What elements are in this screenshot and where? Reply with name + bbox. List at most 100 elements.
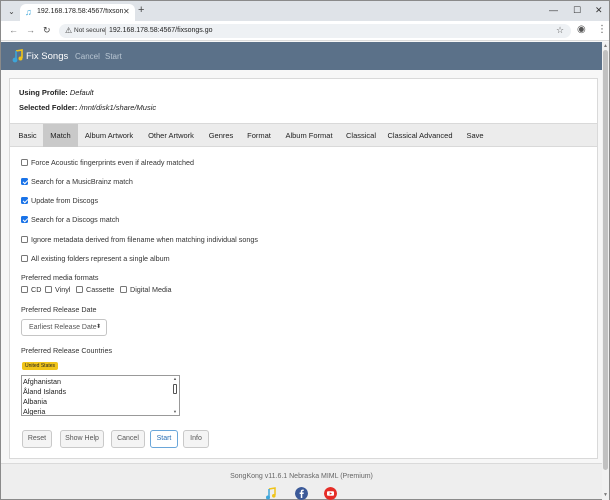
warning-icon: ⚠ [65,26,73,35]
cancel-button[interactable]: Cancel [111,430,145,448]
page-footer: SongKong v11.6.1 Nebraska MIML (Premium) [1,463,602,500]
info-button[interactable]: Info [183,430,209,448]
cd-label: CD [31,285,42,294]
new-tab-button[interactable]: + [138,4,144,16]
listbox-scrollbar[interactable]: ▲ ▼ [172,376,179,415]
ignore-filename-checkbox[interactable] [21,236,28,243]
profile-line: Using Profile: Default [19,88,94,97]
option-force-acoustic[interactable]: Force Acoustic fingerprints even if alre… [21,158,194,168]
browser-toolbar: ← → ↻ ⚠ Not secure 192.168.178.58:4567/f… [1,21,609,41]
list-item[interactable]: Åland Islands [23,387,66,396]
folder-label: Selected Folder: [19,103,78,112]
tab-genres[interactable]: Genres [202,124,240,147]
folder-value: /mnt/disk1/share/Music [79,103,157,112]
list-item[interactable]: Afghanistan [23,377,61,386]
release-date-label: Preferred Release Date [21,305,97,314]
more-icon[interactable]: ⋮ [597,24,607,35]
format-cassette[interactable]: Cassette [76,285,114,294]
tab-classical-advanced[interactable]: Classical Advanced [382,124,458,147]
scroll-up-icon[interactable]: ▲ [603,43,608,49]
folder-line: Selected Folder: /mnt/disk1/share/Music [19,103,156,112]
page-scrollbar[interactable]: ▲ ▼ [602,42,609,500]
tab-other-artwork[interactable]: Other Artwork [142,124,200,147]
option-musicbrainz-match[interactable]: Search for a MusicBrainz match [21,177,133,187]
tab-classical[interactable]: Classical [342,124,380,147]
tab-strip: ⌄ ♫ 192.168.178.58:4567/fixsongs.go ✕ + … [1,1,609,21]
musicbrainz-match-checkbox[interactable] [21,178,28,185]
option-discogs-match[interactable]: Search for a Discogs match [21,215,119,225]
cassette-checkbox[interactable] [76,286,83,293]
scroll-down-icon[interactable]: ▼ [603,492,608,498]
minimize-icon[interactable]: — [549,4,558,16]
url-text[interactable]: 192.168.178.58:4567/fixsongs.go [109,27,213,34]
settings-tabs: Basic Match Album Artwork Other Artwork … [10,123,597,147]
format-digital-media[interactable]: Digital Media [120,285,172,294]
favicon-icon: ♫ [25,7,32,17]
tab-format[interactable]: Format [242,124,276,147]
force-acoustic-checkbox[interactable] [21,159,28,166]
tab-album-artwork[interactable]: Album Artwork [78,124,140,147]
list-item[interactable]: Albania [23,397,47,406]
youtube-icon[interactable] [324,487,337,500]
musicbrainz-match-label: Search for a MusicBrainz match [31,177,133,186]
header-cancel-link[interactable]: Cancel [75,52,100,61]
option-update-discogs[interactable]: Update from Discogs [21,196,98,206]
profile-value: Default [69,88,94,97]
show-help-button[interactable]: Show Help [60,430,104,448]
tab-save[interactable]: Save [460,124,490,147]
cassette-label: Cassette [86,285,115,294]
force-acoustic-label: Force Acoustic fingerprints even if alre… [31,158,194,167]
cd-checkbox[interactable] [21,286,28,293]
address-bar[interactable]: ⚠ Not secure 192.168.178.58:4567/fixsong… [59,24,571,38]
close-icon[interactable]: ✕ [595,4,603,16]
update-discogs-checkbox[interactable] [21,197,28,204]
profile-icon[interactable]: ◉ [577,24,586,35]
selected-country-badge[interactable]: United States [22,362,59,370]
single-album-checkbox[interactable] [21,255,28,262]
listbox-scroll-up-icon[interactable]: ▲ [173,376,177,381]
reset-button[interactable]: Reset [22,430,52,448]
browser-window: ⌄ ♫ 192.168.178.58:4567/fixsongs.go ✕ + … [0,0,610,500]
tab-menu-icon[interactable]: ⌄ [6,6,17,17]
chevron-updown-icon: ⬍ [95,324,101,330]
tab-basic[interactable]: Basic [12,124,43,147]
vinyl-checkbox[interactable] [45,286,52,293]
format-vinyl[interactable]: Vinyl [45,285,70,294]
single-album-label: All existing folders represent a single … [31,254,170,263]
start-button[interactable]: Start [150,430,178,448]
songkong-logo-icon[interactable] [11,49,25,63]
omnibox-divider [105,27,106,35]
tab-album-format[interactable]: Album Format [278,124,340,147]
scroll-thumb[interactable] [603,50,608,470]
option-ignore-filename[interactable]: Ignore metadata derived from filename wh… [21,235,258,245]
maximize-icon[interactable]: ☐ [573,4,581,16]
version-text: SongKong v11.6.1 Nebraska MIML (Premium) [230,473,373,480]
profile-label: Using Profile: [19,88,68,97]
digital-media-label: Digital Media [130,285,172,294]
digital-media-checkbox[interactable] [120,286,127,293]
release-countries-label: Preferred Release Countries [21,346,113,355]
tab-close-icon[interactable]: ✕ [123,7,130,17]
app-title[interactable]: Fix Songs [26,51,68,62]
browser-tab[interactable]: ♫ 192.168.178.58:4567/fixsongs.go ✕ [20,4,135,21]
settings-panel: Using Profile: Default Selected Folder: … [9,78,598,459]
option-single-album[interactable]: All existing folders represent a single … [21,254,170,264]
discogs-match-label: Search for a Discogs match [31,215,120,224]
back-icon[interactable]: ← [9,25,18,36]
tab-match[interactable]: Match [43,124,78,147]
listbox-scroll-thumb[interactable] [173,384,177,394]
facebook-icon[interactable] [295,487,308,500]
release-date-select[interactable]: Earliest Release Date ⬍ [21,319,107,336]
header-start-link[interactable]: Start [105,52,122,61]
listbox-scroll-down-icon[interactable]: ▼ [173,409,177,414]
forward-icon[interactable]: → [26,25,35,36]
format-cd[interactable]: CD [21,285,41,294]
star-icon[interactable]: ☆ [556,25,564,36]
reload-icon[interactable]: ↻ [43,25,51,36]
release-countries-listbox[interactable]: Afghanistan Åland Islands Albania Algeri… [21,375,180,416]
not-secure-label[interactable]: Not secure [74,27,105,34]
list-item[interactable]: Algeria [23,407,45,415]
vinyl-label: Vinyl [55,285,71,294]
discogs-match-checkbox[interactable] [21,216,28,223]
songkong-logo-icon[interactable] [265,487,278,500]
